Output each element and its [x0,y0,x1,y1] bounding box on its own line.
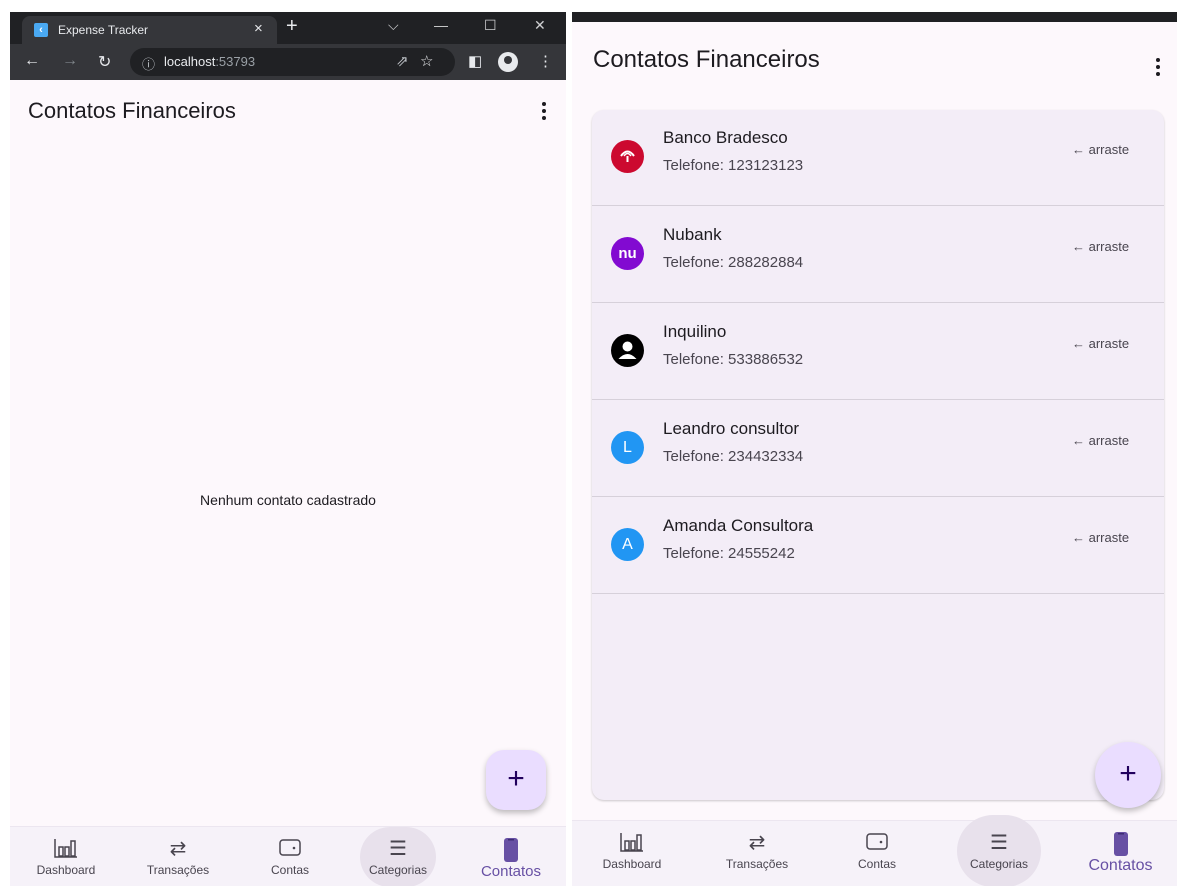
url-text[interactable]: localhost:53793 [164,54,255,69]
swap-arrows-icon: ⇄ [748,832,766,854]
contact-item-inquilino[interactable]: Inquilino Telefone: 533886532 ← arraste [592,304,1164,400]
add-contact-button[interactable]: + [1095,742,1161,808]
nav-label: Transações [725,857,789,871]
reload-icon[interactable]: ↻ [98,52,111,72]
browser-menu-icon[interactable]: ⋮ [538,52,553,70]
contact-phone: Telefone: 234432334 [663,448,804,465]
contact-item-leandro[interactable]: L Leandro consultor Telefone: 234432334 … [592,401,1164,497]
nav-transacoes[interactable]: ⇄ Transações [692,821,822,886]
swipe-hint: ← arraste [1072,433,1130,448]
contact-name: Leandro consultor [663,419,800,438]
nav-dashboard[interactable]: Dashboard [10,827,122,886]
forward-arrow-icon[interactable]: → [62,52,78,70]
bookmark-star-icon[interactable]: ☆ [420,52,433,70]
mobile-screen: Contatos Financeiros Banco Bradesco Tele… [572,12,1177,886]
site-info-icon[interactable]: ⓘ [142,54,155,73]
new-tab-button[interactable]: + [286,15,298,38]
bradesco-logo-icon [611,140,644,173]
contact-phone: Telefone: 533886532 [663,351,804,368]
tab-strip: ‹ Expense Tracker × + ⌵ — ☐ ✕ [10,12,566,44]
flutter-favicon-icon: ‹ [34,23,48,37]
contact-item-nubank[interactable]: nu Nubank Telefone: 288282884 ← arraste [592,207,1164,303]
more-vert-icon[interactable] [542,102,546,120]
side-panel-icon[interactable]: ◧ [468,52,482,70]
close-window-button[interactable]: ✕ [534,17,546,34]
more-vert-icon[interactable] [1156,58,1160,76]
nav-label: Dashboard [36,863,96,877]
nav-dashboard[interactable]: Dashboard [572,821,692,886]
tab-close-icon[interactable]: × [254,20,263,37]
nav-transacoes[interactable]: ⇄ Transações [122,827,234,886]
swipe-hint: ← arraste [1072,336,1130,351]
bottom-navigation: Dashboard ⇄ Transações Contas ☰ Categori… [572,815,1177,886]
contact-name: Nubank [663,225,722,244]
contact-name: Amanda Consultora [663,516,814,535]
contact-phone: Telefone: 123123123 [663,157,804,174]
swipe-hint: ← arraste [1072,530,1130,545]
bar-chart-icon [572,831,692,855]
nav-label: Categorias [969,857,1029,871]
nav-categorias[interactable]: ☰ Categorias [346,827,450,886]
nav-contatos[interactable]: Contatos [456,827,566,886]
browser-tab[interactable]: ‹ Expense Tracker × [22,16,277,44]
bottom-navigation: Dashboard ⇄ Transações Contas ☰ Categori… [10,826,566,886]
address-bar[interactable]: ⓘ localhost:53793 ⇗ ☆ [130,48,455,76]
person-icon [611,334,644,367]
app-bar: Contatos Financeiros [10,80,566,144]
nav-contatos[interactable]: Contatos [1064,821,1177,886]
nav-label: Transações [146,863,210,877]
nav-label: Contatos [1088,857,1153,874]
initial-avatar: L [611,431,644,464]
nav-contas[interactable]: Contas [822,821,932,886]
nav-label: Contas [270,863,310,877]
swap-arrows-icon: ⇄ [169,838,187,860]
nav-label: Dashboard [602,857,662,871]
list-icon: ☰ [389,838,407,860]
wallet-icon [822,831,932,855]
wallet-icon [234,837,346,861]
page-title: Contatos Financeiros [28,98,236,123]
list-icon: ☰ [990,832,1008,854]
contact-item-bradesco[interactable]: Banco Bradesco Telefone: 123123123 ← arr… [592,110,1164,206]
nav-label: Contatos [480,863,542,880]
phone-icon [456,837,566,862]
bar-chart-icon [10,837,122,861]
back-arrow-icon[interactable]: ← [24,52,40,70]
contact-item-amanda[interactable]: A Amanda Consultora Telefone: 24555242 ←… [592,498,1164,594]
phone-icon [1064,831,1177,856]
tab-search-icon[interactable]: ⌵ [388,17,399,34]
empty-state-message: Nenhum contato cadastrado [200,492,376,508]
page-title: Contatos Financeiros [593,46,820,73]
nav-categorias[interactable]: ☰ Categorias [944,821,1054,886]
contact-phone: Telefone: 24555242 [663,545,795,562]
swipe-hint: ← arraste [1072,142,1130,157]
nav-label: Categorias [368,863,428,877]
nav-label: Contas [857,857,897,871]
contact-name: Banco Bradesco [663,128,788,147]
add-contact-button[interactable]: + [486,750,546,810]
initial-avatar: A [611,528,644,561]
contact-name: Inquilino [663,322,727,341]
contacts-list: Banco Bradesco Telefone: 123123123 ← arr… [592,110,1164,800]
nubank-logo-icon: nu [611,237,644,270]
swipe-hint: ← arraste [1072,239,1130,254]
profile-avatar-icon[interactable] [498,52,518,72]
minimize-button[interactable]: — [434,17,448,33]
app-bar: Contatos Financeiros [572,22,1177,112]
maximize-button[interactable]: ☐ [484,17,497,34]
contact-phone: Telefone: 288282884 [663,254,804,271]
tab-title: Expense Tracker [58,23,149,37]
nav-contas[interactable]: Contas [234,827,346,886]
browser-toolbar: ← → ↻ ⓘ localhost:53793 ⇗ ☆ ◧ ⋮ [10,44,566,80]
share-icon[interactable]: ⇗ [396,52,409,70]
browser-window: ‹ Expense Tracker × + ⌵ — ☐ ✕ ← → ↻ ⓘ lo… [10,12,566,886]
